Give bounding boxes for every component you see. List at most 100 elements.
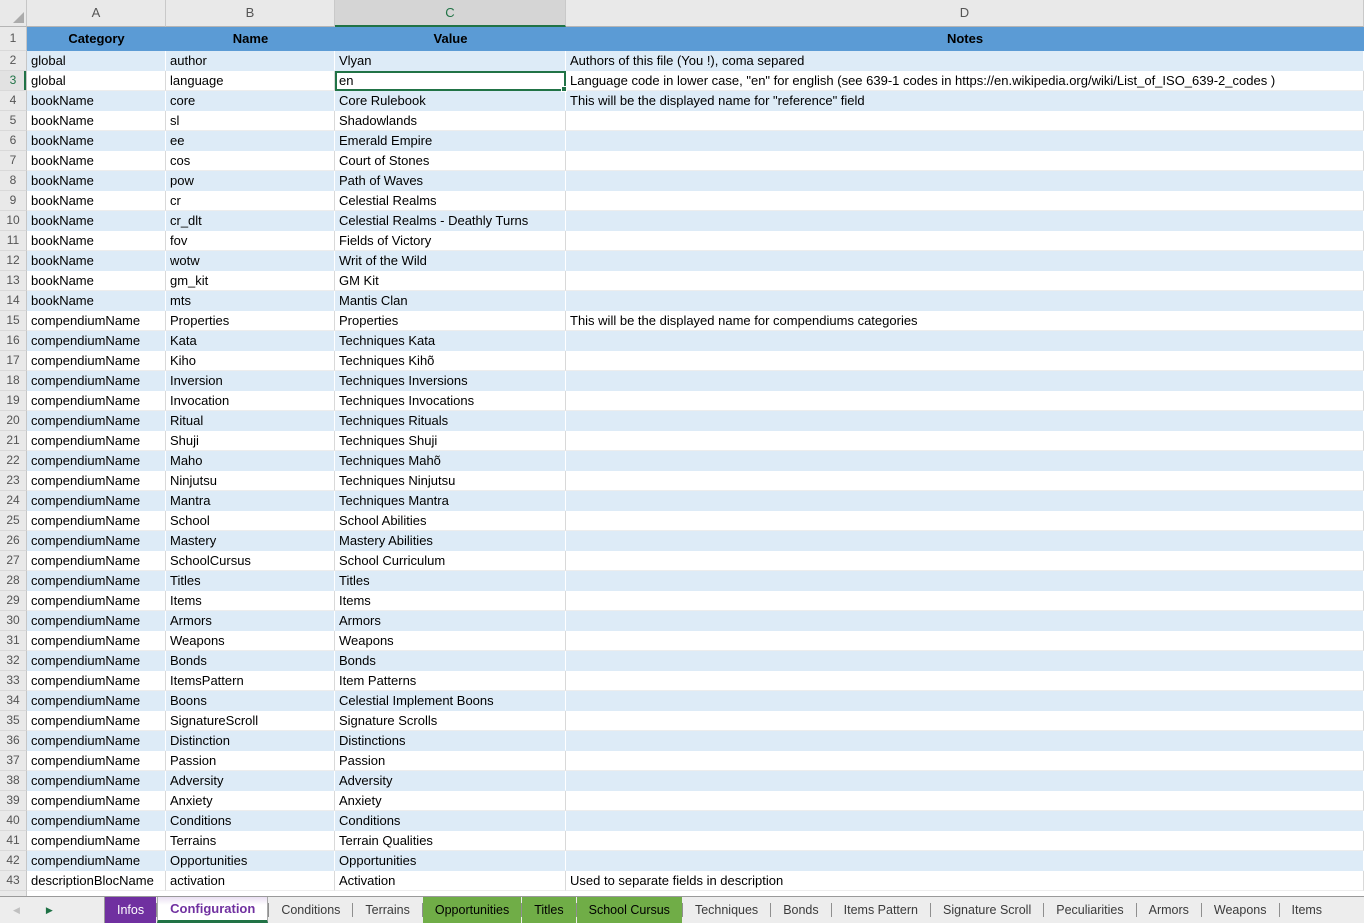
row-number[interactable]: 31 xyxy=(0,631,27,651)
cell-notes[interactable] xyxy=(566,731,1364,751)
cell-value[interactable]: Celestial Realms - Deathly Turns xyxy=(335,211,566,231)
cell-notes[interactable] xyxy=(566,831,1364,851)
row-number[interactable]: 35 xyxy=(0,711,27,731)
cell-category[interactable]: bookName xyxy=(27,111,166,131)
cell-name[interactable]: Inversion xyxy=(166,371,335,391)
cell-name[interactable]: Kiho xyxy=(166,351,335,371)
cell-name[interactable]: gm_kit xyxy=(166,271,335,291)
cell-value[interactable]: Court of Stones xyxy=(335,151,566,171)
row-number[interactable]: 21 xyxy=(0,431,27,451)
row-number[interactable]: 7 xyxy=(0,151,27,171)
cell-value[interactable]: Path of Waves xyxy=(335,171,566,191)
cell-notes[interactable] xyxy=(566,811,1364,831)
row-number[interactable]: 40 xyxy=(0,811,27,831)
cell-name[interactable]: language xyxy=(166,71,335,91)
cell-notes[interactable] xyxy=(566,431,1364,451)
cell-category[interactable]: compendiumName xyxy=(27,731,166,751)
cell-notes[interactable] xyxy=(566,751,1364,771)
cell-notes[interactable] xyxy=(566,611,1364,631)
cell-value[interactable]: Techniques Kata xyxy=(335,331,566,351)
cell-value[interactable]: Anxiety xyxy=(335,791,566,811)
cell-value[interactable]: Techniques Invocations xyxy=(335,391,566,411)
cell-value[interactable]: Techniques Mantra xyxy=(335,491,566,511)
cell-notes[interactable] xyxy=(566,711,1364,731)
cell-category[interactable]: bookName xyxy=(27,151,166,171)
cell-notes[interactable] xyxy=(566,131,1364,151)
cell-name[interactable]: SchoolCursus xyxy=(166,551,335,571)
cell-notes[interactable]: Used to separate fields in description xyxy=(566,871,1364,891)
cell-category[interactable]: compendiumName xyxy=(27,811,166,831)
cell-notes[interactable] xyxy=(566,291,1364,311)
cell-value[interactable]: Adversity xyxy=(335,771,566,791)
cell-value[interactable]: Celestial Implement Boons xyxy=(335,691,566,711)
cell-category[interactable]: bookName xyxy=(27,191,166,211)
cell-name[interactable]: wotw xyxy=(166,251,335,271)
cell-notes[interactable] xyxy=(566,271,1364,291)
header-cell-category[interactable]: Category xyxy=(27,27,166,51)
cell-name[interactable]: Mantra xyxy=(166,491,335,511)
cell-name[interactable]: Maho xyxy=(166,451,335,471)
cell-notes[interactable] xyxy=(566,551,1364,571)
cell-value[interactable]: Vlyan xyxy=(335,51,566,71)
sheet-tab[interactable]: Items xyxy=(1280,897,1335,923)
cell-name[interactable]: cos xyxy=(166,151,335,171)
row-number[interactable]: 8 xyxy=(0,171,27,191)
cell-category[interactable]: compendiumName xyxy=(27,611,166,631)
row-number[interactable]: 33 xyxy=(0,671,27,691)
cell-notes[interactable] xyxy=(566,331,1364,351)
cell-value[interactable]: Mantis Clan xyxy=(335,291,566,311)
cell-value[interactable]: School Abilities xyxy=(335,511,566,531)
row-number[interactable]: 17 xyxy=(0,351,27,371)
cell-name[interactable]: cr xyxy=(166,191,335,211)
cell-value[interactable]: Techniques Rituals xyxy=(335,411,566,431)
cell-notes[interactable]: Authors of this file (You !), coma separ… xyxy=(566,51,1364,71)
cell-category[interactable]: compendiumName xyxy=(27,771,166,791)
cell-category[interactable]: bookName xyxy=(27,91,166,111)
cell-name[interactable]: Anxiety xyxy=(166,791,335,811)
cell-category[interactable]: compendiumName xyxy=(27,391,166,411)
cell-value[interactable]: Conditions xyxy=(335,811,566,831)
sheet-tab[interactable]: Titles xyxy=(522,897,575,923)
cell-name[interactable]: Armors xyxy=(166,611,335,631)
cell-value[interactable]: Properties xyxy=(335,311,566,331)
cell-value[interactable]: Item Patterns xyxy=(335,671,566,691)
cell-name[interactable]: Adversity xyxy=(166,771,335,791)
cell-category[interactable]: descriptionBlocName xyxy=(27,871,166,891)
cell-category[interactable]: compendiumName xyxy=(27,571,166,591)
row-number[interactable]: 39 xyxy=(0,791,27,811)
cell-value[interactable]: Writ of the Wild xyxy=(335,251,566,271)
sheet-tab[interactable]: Weapons xyxy=(1202,897,1279,923)
cell-value[interactable]: Techniques Kihõ xyxy=(335,351,566,371)
cell-value[interactable]: Distinctions xyxy=(335,731,566,751)
row-number[interactable]: 42 xyxy=(0,851,27,871)
cell-notes[interactable] xyxy=(566,511,1364,531)
sheet-tab[interactable]: Items Pattern xyxy=(832,897,930,923)
cell-name[interactable]: Passion xyxy=(166,751,335,771)
cell-category[interactable]: compendiumName xyxy=(27,551,166,571)
cell-name[interactable]: Invocation xyxy=(166,391,335,411)
cell-name[interactable]: Titles xyxy=(166,571,335,591)
row-number[interactable]: 27 xyxy=(0,551,27,571)
cell-value[interactable]: Techniques Inversions xyxy=(335,371,566,391)
cell-name[interactable]: Terrains xyxy=(166,831,335,851)
cell-value[interactable]: GM Kit xyxy=(335,271,566,291)
cell-value[interactable]: Emerald Empire xyxy=(335,131,566,151)
cell-notes[interactable] xyxy=(566,651,1364,671)
cell-value[interactable]: Armors xyxy=(335,611,566,631)
row-number[interactable]: 10 xyxy=(0,211,27,231)
cell-category[interactable]: bookName xyxy=(27,171,166,191)
cell-name[interactable]: activation xyxy=(166,871,335,891)
cell-name[interactable]: Bonds xyxy=(166,651,335,671)
header-cell-value[interactable]: Value xyxy=(335,27,566,51)
sheet-tab[interactable]: Techniques xyxy=(683,897,770,923)
sheet-tab-active[interactable]: Configuration xyxy=(157,897,268,923)
cell-notes[interactable] xyxy=(566,631,1364,651)
cell-category[interactable]: compendiumName xyxy=(27,831,166,851)
cell-name[interactable]: ee xyxy=(166,131,335,151)
cell-category[interactable]: compendiumName xyxy=(27,531,166,551)
row-number[interactable]: 1 xyxy=(0,27,27,51)
cell-category[interactable]: compendiumName xyxy=(27,671,166,691)
cell-notes[interactable] xyxy=(566,391,1364,411)
cell-value[interactable]: Shadowlands xyxy=(335,111,566,131)
column-header-b[interactable]: B xyxy=(166,0,335,27)
